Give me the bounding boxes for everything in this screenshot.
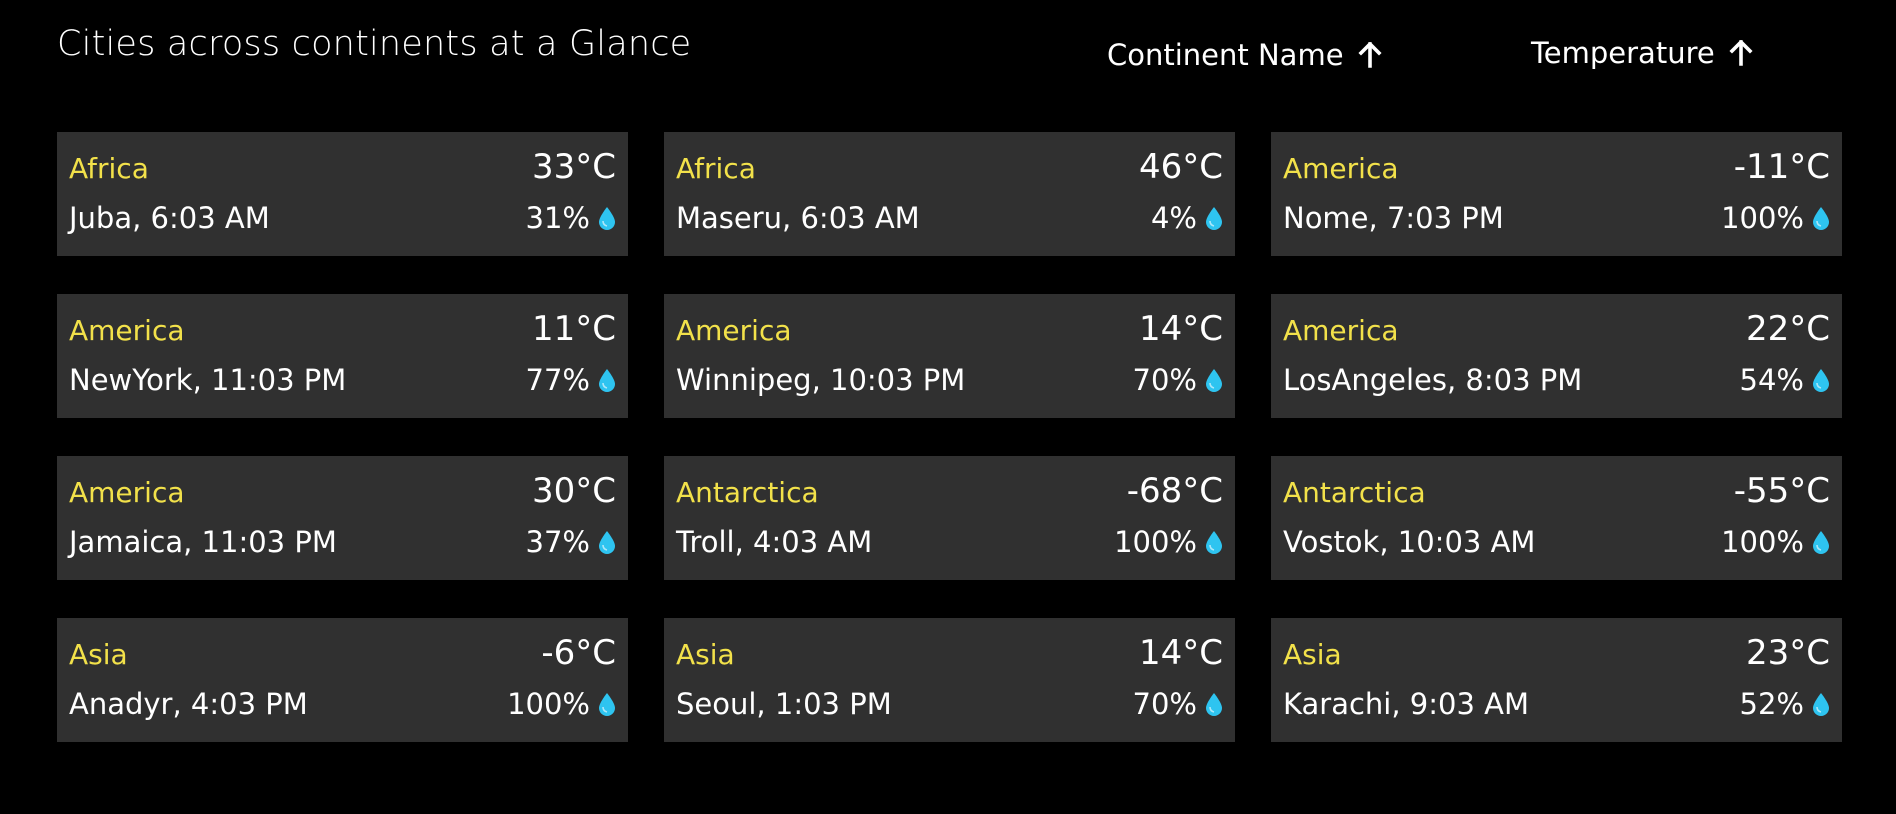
water-drop-icon — [598, 206, 616, 230]
humidity-value: 100% — [1721, 201, 1804, 235]
temperature-value: -68°C — [1126, 471, 1223, 511]
continent-label: Asia — [1283, 638, 1342, 671]
humidity-value: 77% — [525, 363, 590, 397]
humidity-info: 100% — [507, 687, 616, 721]
city-time-label: Karachi, 9:03 AM — [1283, 687, 1529, 721]
water-drop-icon — [1205, 368, 1223, 392]
city-card: America 22°C LosAngeles, 8:03 PM 54% — [1271, 294, 1842, 418]
water-drop-icon — [1812, 530, 1830, 554]
continent-label: Asia — [69, 638, 128, 671]
city-card: Asia -6°C Anadyr, 4:03 PM 100% — [57, 618, 628, 742]
water-drop-icon — [1812, 692, 1830, 716]
city-time-label: Juba, 6:03 AM — [69, 201, 270, 235]
city-card: Asia 23°C Karachi, 9:03 AM 52% — [1271, 618, 1842, 742]
city-card: America 30°C Jamaica, 11:03 PM 37% — [57, 456, 628, 580]
city-card: America -11°C Nome, 7:03 PM 100% — [1271, 132, 1842, 256]
city-time-label: Vostok, 10:03 AM — [1283, 525, 1536, 559]
water-drop-icon — [1812, 206, 1830, 230]
humidity-info: 100% — [1721, 525, 1830, 559]
city-time-label: Seoul, 1:03 PM — [676, 687, 892, 721]
humidity-info: 54% — [1740, 363, 1830, 397]
temperature-value: 22°C — [1745, 309, 1830, 349]
continent-label: America — [1283, 314, 1399, 347]
temperature-value: 23°C — [1745, 633, 1830, 673]
humidity-info: 77% — [526, 363, 616, 397]
water-drop-icon — [1205, 206, 1223, 230]
continent-label: Antarctica — [676, 476, 819, 509]
city-time-label: LosAngeles, 8:03 PM — [1283, 363, 1583, 397]
humidity-value: 70% — [1132, 363, 1197, 397]
continent-label: Antarctica — [1283, 476, 1426, 509]
temperature-value: 14°C — [1138, 633, 1223, 673]
temperature-value: -11°C — [1733, 147, 1830, 187]
temperature-value: -55°C — [1733, 471, 1830, 511]
water-drop-icon — [598, 368, 616, 392]
continent-label: America — [69, 476, 185, 509]
continent-label: America — [1283, 152, 1399, 185]
continent-label: Asia — [676, 638, 735, 671]
temperature-value: 11°C — [531, 309, 616, 349]
sort-temperature-label: Temperature — [1531, 36, 1715, 70]
city-card: Africa 33°C Juba, 6:03 AM 31% — [57, 132, 628, 256]
humidity-value: 70% — [1132, 687, 1197, 721]
humidity-info: 37% — [526, 525, 616, 559]
water-drop-icon — [1205, 530, 1223, 554]
humidity-info: 52% — [1740, 687, 1830, 721]
temperature-value: 46°C — [1138, 147, 1223, 187]
humidity-info: 4% — [1151, 201, 1223, 235]
temperature-value: 14°C — [1138, 309, 1223, 349]
continent-label: Africa — [69, 152, 149, 185]
humidity-value: 4% — [1150, 201, 1197, 235]
temperature-value: 33°C — [531, 147, 616, 187]
city-card: Africa 46°C Maseru, 6:03 AM 4% — [664, 132, 1235, 256]
city-card: America 11°C NewYork, 11:03 PM 77% — [57, 294, 628, 418]
continent-label: Africa — [676, 152, 756, 185]
humidity-info: 70% — [1133, 687, 1223, 721]
arrow-up-icon — [1729, 40, 1753, 66]
water-drop-icon — [1205, 692, 1223, 716]
city-card: Antarctica -68°C Troll, 4:03 AM 100% — [664, 456, 1235, 580]
humidity-value: 100% — [507, 687, 590, 721]
temperature-value: 30°C — [531, 471, 616, 511]
city-time-label: NewYork, 11:03 PM — [69, 363, 347, 397]
city-time-label: Winnipeg, 10:03 PM — [676, 363, 966, 397]
humidity-info: 100% — [1721, 201, 1830, 235]
city-card-grid: Africa 33°C Juba, 6:03 AM 31% Africa 46°… — [57, 132, 1842, 742]
continent-label: America — [69, 314, 185, 347]
water-drop-icon — [598, 530, 616, 554]
humidity-info: 70% — [1133, 363, 1223, 397]
water-drop-icon — [1812, 368, 1830, 392]
continent-label: America — [676, 314, 792, 347]
page-title: Cities across continents at a Glance — [57, 24, 692, 64]
city-card: America 14°C Winnipeg, 10:03 PM 70% — [664, 294, 1235, 418]
humidity-info: 31% — [526, 201, 616, 235]
arrow-up-icon — [1358, 42, 1382, 68]
city-card: Asia 14°C Seoul, 1:03 PM 70% — [664, 618, 1235, 742]
humidity-value: 37% — [525, 525, 590, 559]
city-time-label: Maseru, 6:03 AM — [676, 201, 920, 235]
sort-by-continent-button[interactable]: Continent Name — [1107, 38, 1382, 72]
humidity-value: 52% — [1739, 687, 1804, 721]
water-drop-icon — [598, 692, 616, 716]
humidity-value: 100% — [1114, 525, 1197, 559]
sort-by-temperature-button[interactable]: Temperature — [1531, 36, 1753, 70]
city-card: Antarctica -55°C Vostok, 10:03 AM 100% — [1271, 456, 1842, 580]
humidity-value: 31% — [525, 201, 590, 235]
sort-continent-label: Continent Name — [1107, 38, 1344, 72]
city-time-label: Jamaica, 11:03 PM — [69, 525, 337, 559]
temperature-value: -6°C — [541, 633, 616, 673]
city-time-label: Nome, 7:03 PM — [1283, 201, 1504, 235]
humidity-value: 100% — [1721, 525, 1804, 559]
city-time-label: Troll, 4:03 AM — [676, 525, 873, 559]
humidity-info: 100% — [1114, 525, 1223, 559]
city-time-label: Anadyr, 4:03 PM — [69, 687, 308, 721]
humidity-value: 54% — [1739, 363, 1804, 397]
